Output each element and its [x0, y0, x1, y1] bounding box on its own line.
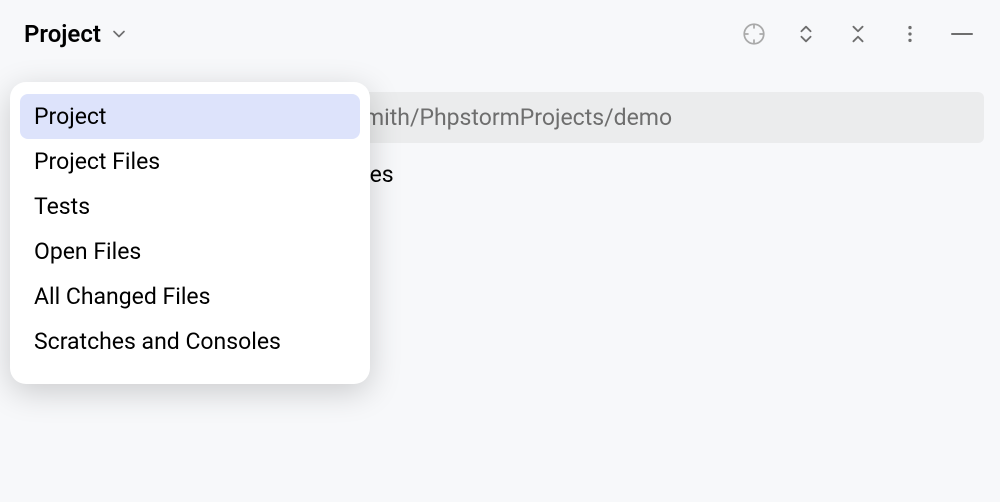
dropdown-item-label: All Changed Files [34, 283, 211, 310]
dropdown-item[interactable]: Scratches and Consoles [20, 319, 360, 364]
dropdown-item-label: Project Files [34, 148, 160, 175]
toolbar-right-group [740, 20, 976, 48]
chevron-down-icon [109, 24, 129, 44]
toolbar-left-group: Project [24, 20, 129, 48]
dropdown-item[interactable]: Open Files [20, 229, 360, 274]
project-path-text: mith/PhpstormProjects/demo [364, 104, 672, 131]
minimize-icon[interactable] [948, 20, 976, 48]
view-selector[interactable]: Project [24, 20, 129, 48]
expand-collapse-icon[interactable] [792, 20, 820, 48]
more-options-icon[interactable] [896, 20, 924, 48]
dropdown-item[interactable]: Tests [20, 184, 360, 229]
dropdown-item-label: Tests [34, 193, 90, 220]
view-selector-dropdown: Project Project Files Tests Open Files All C… [10, 82, 370, 384]
target-icon[interactable] [740, 20, 768, 48]
dropdown-item-label: Open Files [34, 238, 141, 265]
project-toolbar: Project [0, 0, 1000, 68]
dropdown-item[interactable]: Project [20, 94, 360, 139]
dropdown-item[interactable]: All Changed Files [20, 274, 360, 319]
collapse-all-icon[interactable] [844, 20, 872, 48]
dropdown-item[interactable]: Project Files [20, 139, 360, 184]
dropdown-item-label: Project [34, 103, 106, 130]
dropdown-item-label: Scratches and Consoles [34, 328, 281, 355]
view-selector-label: Project [24, 20, 101, 48]
